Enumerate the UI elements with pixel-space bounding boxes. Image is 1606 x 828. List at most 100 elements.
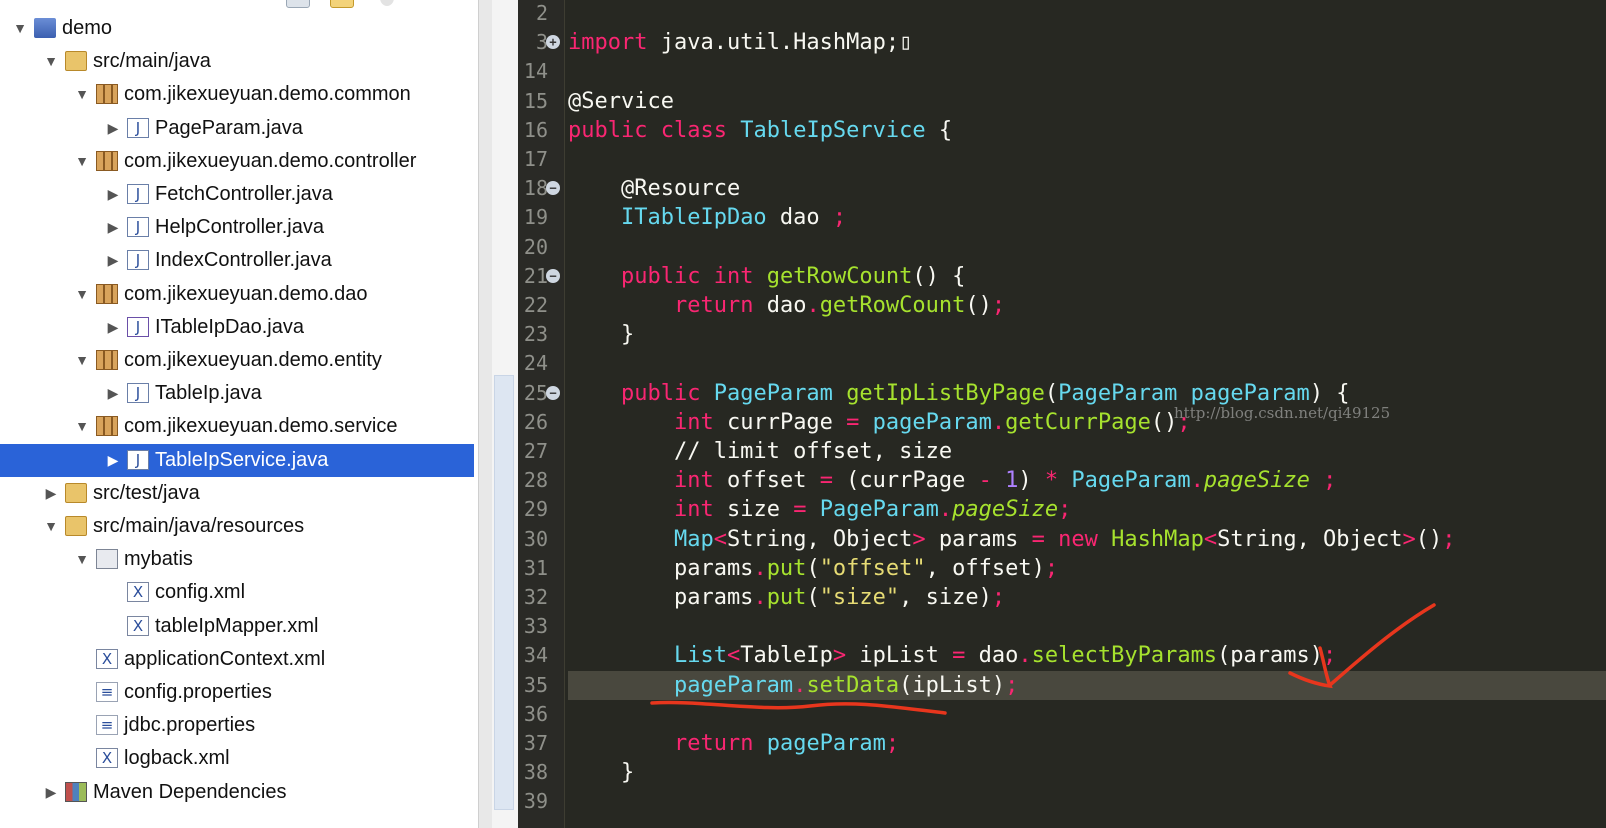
code-line[interactable]: Map<String, Object> params = new HashMap…	[568, 525, 1456, 554]
tree-item[interactable]: ▼ com.jikexueyuan.demo.dao	[0, 278, 478, 311]
expand-arrow-down-icon[interactable]: ▼	[72, 344, 92, 377]
tree-item[interactable]: Xconfig.xml	[0, 576, 478, 609]
code-line[interactable]: pageParam.setData(ipList);	[568, 671, 1018, 700]
code-line[interactable]: public class TableIpService {	[568, 116, 952, 145]
code-line[interactable]: int currPage = pageParam.getCurrPage();	[568, 408, 1191, 437]
expand-arrow-down-icon[interactable]: ▼	[41, 45, 61, 78]
code-editor[interactable]: 2 3 +14 15 16 17 18−19 20 21−22 23 24 25−26 27 28 29 30…	[518, 0, 1606, 828]
code-line[interactable]: @Service	[568, 87, 674, 116]
fold-collapse-icon[interactable]: −	[546, 268, 560, 283]
line-number: 33	[523, 614, 548, 639]
tree-item[interactable]: ▶ J TableIpService.java	[0, 443, 474, 477]
tree-item[interactable]: ▶ J TableIp.java	[0, 377, 478, 410]
code-line[interactable]: int offset = (currPage - 1) * PageParam.…	[568, 466, 1336, 495]
tree-item[interactable]: ≡ jdbc.properties	[0, 709, 478, 742]
view-menu-icon[interactable]	[380, 0, 394, 6]
code-token: (currPage	[832, 468, 979, 494]
tree-item[interactable]: ▼ com.jikexueyuan.demo.service	[0, 410, 478, 443]
tree-item[interactable]: ▼ com.jikexueyuan.demo.common	[0, 78, 478, 111]
expand-arrow-right-icon[interactable]: ▶	[103, 211, 123, 244]
tree-item[interactable]: ▼ com.jikexueyuan.demo.entity	[0, 344, 478, 377]
code-line[interactable]: // limit offset, size	[568, 437, 952, 466]
code-line[interactable]: }	[568, 320, 634, 349]
code-line[interactable]: int size = PageParam.pageSize;	[568, 495, 1071, 524]
code-line[interactable]: public int getRowCount() {	[568, 262, 965, 291]
code-token: setData	[806, 672, 900, 698]
code-line[interactable]: import java.util.HashMap;▯	[568, 28, 912, 57]
fold-collapse-icon[interactable]: −	[546, 181, 560, 196]
expand-arrow-right-icon[interactable]: ▶	[41, 776, 61, 809]
tree-item[interactable]: ▶ J IndexController.java	[0, 244, 478, 277]
expand-arrow-right-icon[interactable]: ▶	[41, 477, 61, 510]
code-line[interactable]: @Resource	[568, 174, 740, 203]
expand-arrow-down-icon[interactable]: ▼	[72, 278, 92, 311]
code-line[interactable]: params.put("size", size);	[568, 583, 1005, 612]
code-token: pageSize	[1203, 468, 1310, 494]
pane-divider[interactable]	[478, 0, 493, 828]
code-line[interactable]: ITableIpDao dao ;	[568, 203, 846, 232]
code-token: ;	[1044, 555, 1059, 581]
code-token: pageParam	[872, 409, 992, 435]
tree-item[interactable]: ▼ src/main/java	[0, 45, 478, 78]
expand-arrow-right-icon[interactable]: ▶	[103, 311, 123, 344]
line-number: 30	[523, 526, 548, 551]
code-token: @Service	[568, 88, 674, 114]
tree-item[interactable]: ▼ com.jikexueyuan.demo.controller	[0, 145, 478, 178]
code-line[interactable]: List<TableIp> ipList = dao.selectByParam…	[568, 641, 1336, 670]
tree-item[interactable]: ▶ J HelpController.java	[0, 211, 478, 244]
expand-arrow-down-icon[interactable]: ▼	[72, 543, 92, 576]
line-number: 24	[523, 351, 548, 376]
scrollbar-thumb[interactable]	[494, 375, 514, 810]
expand-arrow-right-icon[interactable]: ▶	[103, 244, 123, 277]
expand-arrow-down-icon[interactable]: ▼	[41, 510, 61, 543]
collapse-all-icon[interactable]	[286, 0, 310, 8]
expand-arrow-right-icon[interactable]: ▶	[103, 444, 123, 477]
tree-item[interactable]: ▶ J ITableIpDao.java	[0, 311, 478, 344]
tree-item-label: HelpController.java	[155, 216, 324, 239]
fold-collapse-icon[interactable]: −	[546, 385, 560, 400]
tree-item[interactable]: ▼ src/main/java/resources	[0, 510, 478, 543]
link-editor-icon[interactable]	[330, 0, 354, 8]
expand-arrow-down-icon[interactable]: ▼	[10, 12, 30, 45]
tree-item[interactable]: ≡ config.properties	[0, 676, 478, 709]
tree-item[interactable]: ▶ Maven Dependencies	[0, 776, 478, 809]
tree-item[interactable]: ▶ J FetchController.java	[0, 178, 478, 211]
package-icon	[96, 350, 118, 370]
code-token: (	[806, 555, 820, 581]
explorer-scrollbar[interactable]	[492, 0, 518, 828]
code-token: offset	[713, 468, 820, 494]
code-token: selectByParams	[1031, 643, 1218, 669]
tree-item[interactable]: Xlogback.xml	[0, 742, 478, 775]
tree-item[interactable]: ▼ demo	[0, 12, 478, 45]
code-line[interactable]: }	[568, 758, 634, 787]
code-token: ()	[965, 293, 992, 318]
tree-item[interactable]: ▶ src/test/java	[0, 477, 478, 510]
code-token: <	[713, 526, 727, 552]
code-token: TableIpService	[740, 117, 926, 143]
tree-item[interactable]: XtableIpMapper.xml	[0, 610, 478, 643]
tree-item[interactable]: ▼ mybatis	[0, 543, 478, 576]
xml-file-icon: X	[96, 748, 118, 769]
code-line[interactable]: return dao.getRowCount();	[568, 291, 1005, 320]
expand-arrow-right-icon[interactable]: ▶	[103, 112, 123, 145]
expand-arrow-down-icon[interactable]: ▼	[72, 410, 92, 443]
code-token: // limit offset, size	[568, 439, 953, 464]
expand-arrow-right-icon[interactable]: ▶	[103, 178, 123, 211]
code-line[interactable]: params.put("offset", offset);	[568, 554, 1058, 583]
line-number-gutter: 2 3 +14 15 16 17 18−19 20 21−22 23 24 25−26 27 28 29 30…	[518, 0, 565, 828]
package-explorer: ▼ demo ▼ src/main/java ▼ com.jikexueyuan.demo…	[0, 0, 478, 828]
tree-item[interactable]: XapplicationContext.xml	[0, 643, 478, 676]
expand-arrow-down-icon[interactable]: ▼	[72, 78, 92, 111]
fold-expand-icon[interactable]: +	[546, 35, 560, 50]
expand-arrow-down-icon[interactable]: ▼	[72, 145, 92, 178]
expand-arrow-right-icon[interactable]: ▶	[103, 377, 123, 410]
tree-item[interactable]: ▶ J PageParam.java	[0, 112, 478, 145]
code-line[interactable]: return pageParam;	[568, 729, 899, 758]
tree-item-label: config.properties	[124, 681, 272, 703]
